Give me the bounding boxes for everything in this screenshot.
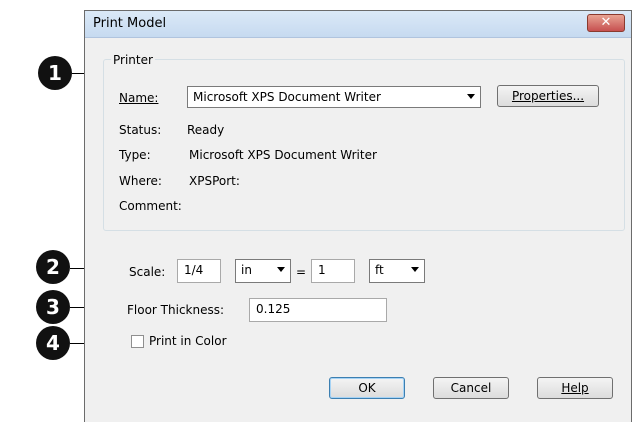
print-model-dialog: Print Model ✕ Printer Name: Microsoft XP…	[84, 10, 632, 422]
scale-right-unit-value: ft	[375, 263, 384, 277]
comment-label: Comment:	[119, 199, 182, 213]
type-value: Microsoft XPS Document Writer	[189, 148, 377, 162]
chevron-down-icon	[277, 267, 285, 272]
scale-left-unit-select[interactable]: in	[235, 259, 291, 283]
ok-button-label: OK	[358, 381, 376, 395]
printer-name-label: Name:	[119, 91, 159, 105]
type-label: Type:	[119, 148, 151, 162]
properties-button[interactable]: Properties...	[497, 85, 599, 107]
where-value: XPSPort:	[189, 174, 240, 188]
title-bar: Print Model ✕	[85, 11, 631, 38]
scale-left-unit-value: in	[241, 263, 252, 277]
properties-button-label: Properties...	[511, 89, 585, 103]
scale-label: Scale:	[129, 265, 166, 279]
callout-4: 4	[36, 326, 70, 360]
floor-thickness-label: Floor Thickness:	[127, 303, 225, 317]
floor-thickness-value: 0.125	[256, 302, 291, 316]
scale-right-input[interactable]: 1	[311, 259, 355, 283]
print-in-color-checkbox[interactable]	[131, 335, 144, 348]
ok-button[interactable]: OK	[329, 377, 405, 399]
cancel-button-label: Cancel	[450, 381, 492, 395]
close-button[interactable]: ✕	[587, 14, 625, 32]
printer-group-label: Printer	[111, 53, 155, 67]
help-button[interactable]: Help	[537, 377, 613, 399]
chevron-down-icon	[411, 267, 419, 272]
scale-right-value: 1	[318, 263, 326, 277]
chevron-down-icon	[467, 94, 475, 99]
printer-name-select[interactable]: Microsoft XPS Document Writer	[187, 86, 481, 108]
status-value: Ready	[187, 123, 225, 137]
dialog-title: Print Model	[93, 16, 167, 31]
cancel-button[interactable]: Cancel	[433, 377, 509, 399]
scale-equals: =	[296, 265, 307, 279]
status-label: Status:	[119, 123, 162, 137]
scale-right-unit-select[interactable]: ft	[369, 259, 425, 283]
print-in-color-label: Print in Color	[149, 334, 227, 348]
printer-name-value: Microsoft XPS Document Writer	[193, 90, 381, 104]
floor-thickness-input[interactable]: 0.125	[249, 298, 387, 322]
scale-left-input[interactable]: 1/4	[177, 259, 221, 283]
help-button-label: Help	[561, 381, 589, 395]
callout-1: 1	[38, 56, 72, 90]
where-label: Where:	[119, 174, 162, 188]
scale-left-value: 1/4	[184, 263, 204, 277]
callout-2: 2	[36, 250, 70, 284]
callout-3: 3	[36, 290, 70, 324]
